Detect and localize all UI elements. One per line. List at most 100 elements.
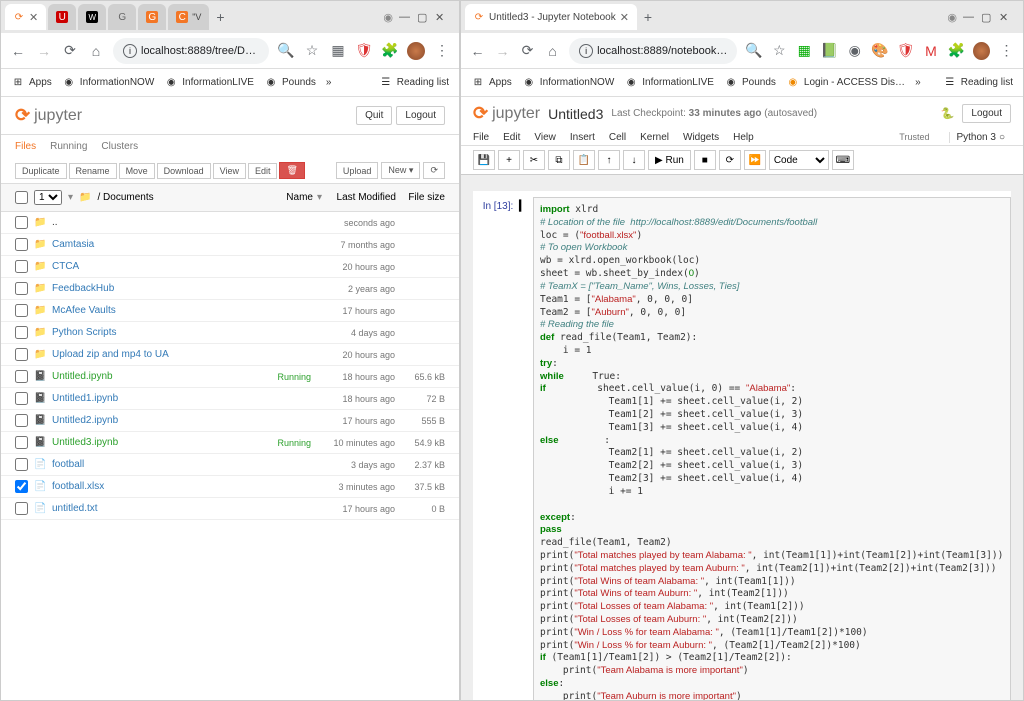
home-button[interactable]: ⌂ [544, 42, 561, 60]
browser-tab[interactable]: W [78, 4, 106, 30]
file-row[interactable]: 📁Camtasia7 months ago [1, 234, 459, 256]
move-button[interactable]: Move [119, 163, 155, 179]
selection-count[interactable]: 1 [34, 190, 62, 205]
bookmark-item[interactable]: ◉InformationLIVE [164, 76, 254, 90]
tab-files[interactable]: Files [15, 141, 36, 152]
ext-icon[interactable]: 🛡 [897, 42, 915, 60]
search-icon[interactable]: 🔍 [277, 42, 295, 60]
file-name[interactable]: Python Scripts [52, 327, 315, 338]
browser-tab[interactable]: G [138, 4, 166, 30]
bookmark-item[interactable]: ◉Pounds [724, 76, 776, 90]
stop-button[interactable]: ■ [694, 150, 716, 170]
copy-button[interactable]: ⧉ [548, 150, 570, 170]
restart-button[interactable]: ⟳ [719, 150, 741, 170]
jupyter-logo[interactable]: ⟳jupyter [473, 103, 540, 124]
row-checkbox[interactable] [15, 458, 28, 471]
file-row[interactable]: 📁..seconds ago [1, 212, 459, 234]
row-checkbox[interactable] [15, 502, 28, 515]
file-name[interactable]: Untitled3.ipynb [52, 437, 277, 448]
browser-tab[interactable]: U [48, 4, 76, 30]
file-name[interactable]: football [52, 459, 315, 470]
download-button[interactable]: Download [157, 163, 211, 179]
url-bar[interactable]: i localhost:8889/notebook… [569, 38, 737, 64]
menu-cell[interactable]: Cell [609, 132, 626, 143]
overflow-chevron[interactable]: » [326, 77, 332, 88]
file-row[interactable]: 📁FeedbackHub2 years ago [1, 278, 459, 300]
menu-edit[interactable]: Edit [503, 132, 520, 143]
menu-view[interactable]: View [534, 132, 556, 143]
forward-button[interactable]: → [494, 42, 511, 60]
menu-file[interactable]: File [473, 132, 489, 143]
move-down-button[interactable]: ↓ [623, 150, 645, 170]
file-row[interactable]: 📓Untitled1.ipynb18 hours ago72 B [1, 388, 459, 410]
bookmark-item[interactable]: ◉InformationNOW [62, 76, 154, 90]
upload-button[interactable]: Upload [336, 162, 379, 179]
file-name[interactable]: Untitled2.ipynb [52, 415, 315, 426]
file-name[interactable]: Untitled.ipynb [52, 371, 277, 382]
file-row[interactable]: 📄football.xlsx3 minutes ago37.5 kB [1, 476, 459, 498]
ext-icon[interactable]: ◉ [846, 42, 863, 60]
file-name[interactable]: untitled.txt [52, 503, 315, 514]
row-checkbox[interactable] [15, 392, 28, 405]
home-button[interactable]: ⌂ [87, 42, 105, 60]
notebook-title[interactable]: Untitled3 [548, 106, 603, 122]
browser-tab[interactable]: C"V [168, 4, 209, 30]
file-row[interactable]: 📄football3 days ago2.37 kB [1, 454, 459, 476]
row-checkbox[interactable] [15, 260, 28, 273]
file-name[interactable]: CTCA [52, 261, 315, 272]
row-checkbox[interactable] [15, 216, 28, 229]
maximize-button[interactable]: ▢ [417, 11, 429, 23]
save-button[interactable]: 💾 [473, 150, 495, 170]
file-name[interactable]: Upload zip and mp4 to UA [52, 349, 315, 360]
menu-kernel[interactable]: Kernel [640, 132, 669, 143]
file-name[interactable]: Untitled1.ipynb [52, 393, 315, 404]
minimize-button[interactable]: — [399, 11, 411, 23]
menu-icon[interactable]: ⋮ [998, 42, 1015, 60]
browser-tab[interactable]: ⟳ Untitled3 - Jupyter Notebook ✕ [465, 4, 637, 30]
col-mod[interactable]: Last Modified [326, 192, 396, 203]
logout-button[interactable]: Logout [396, 106, 445, 125]
ext-icon[interactable]: 🎨 [871, 42, 888, 60]
ext-icon[interactable]: 🛡 [355, 42, 373, 60]
row-checkbox[interactable] [15, 238, 28, 251]
puzzle-icon[interactable]: 🧩 [947, 42, 964, 60]
url-bar[interactable]: i localhost:8889/tree/D… [113, 38, 269, 64]
file-row[interactable]: 📓Untitled2.ipynb17 hours ago555 B [1, 410, 459, 432]
apps-button[interactable]: ⊞Apps [11, 76, 52, 90]
view-button[interactable]: View [213, 163, 246, 179]
rename-button[interactable]: Rename [69, 163, 117, 179]
row-checkbox[interactable] [15, 348, 28, 361]
file-name[interactable]: McAfee Vaults [52, 305, 315, 316]
site-info-icon[interactable]: i [123, 44, 137, 58]
file-row[interactable]: 📁Python Scripts4 days ago [1, 322, 459, 344]
forward-button[interactable]: → [35, 42, 53, 60]
new-button[interactable]: New ▾ [381, 162, 420, 179]
row-checkbox[interactable] [15, 414, 28, 427]
close-icon[interactable]: ✕ [620, 11, 629, 24]
refresh-button[interactable]: ⟳ [423, 162, 445, 179]
tab-clusters[interactable]: Clusters [101, 141, 138, 152]
menu-widgets[interactable]: Widgets [683, 132, 719, 143]
file-row[interactable]: 📁McAfee Vaults17 hours ago [1, 300, 459, 322]
close-button[interactable]: ✕ [999, 11, 1011, 23]
file-row[interactable]: 📄untitled.txt17 hours ago0 B [1, 498, 459, 520]
row-checkbox[interactable] [15, 282, 28, 295]
search-icon[interactable]: 🔍 [745, 42, 762, 60]
bookmark-item[interactable]: ◉Pounds [264, 76, 316, 90]
cell-type-select[interactable]: Code [769, 150, 829, 170]
duplicate-button[interactable]: Duplicate [15, 163, 67, 179]
ext-icon[interactable]: ▦ [796, 42, 813, 60]
avatar[interactable] [407, 42, 425, 60]
file-name[interactable]: Camtasia [52, 239, 315, 250]
menu-insert[interactable]: Insert [570, 132, 595, 143]
cut-button[interactable]: ✂ [523, 150, 545, 170]
row-checkbox[interactable] [15, 326, 28, 339]
row-checkbox[interactable] [15, 304, 28, 317]
col-name[interactable]: Name [286, 192, 313, 203]
reload-button[interactable]: ⟳ [61, 42, 79, 60]
file-name[interactable]: FeedbackHub [52, 283, 315, 294]
bookmark-item[interactable]: ◉InformationNOW [522, 76, 614, 90]
maximize-button[interactable]: ▢ [981, 11, 993, 23]
reload-button[interactable]: ⟳ [519, 42, 536, 60]
tab-running[interactable]: Running [50, 141, 87, 152]
